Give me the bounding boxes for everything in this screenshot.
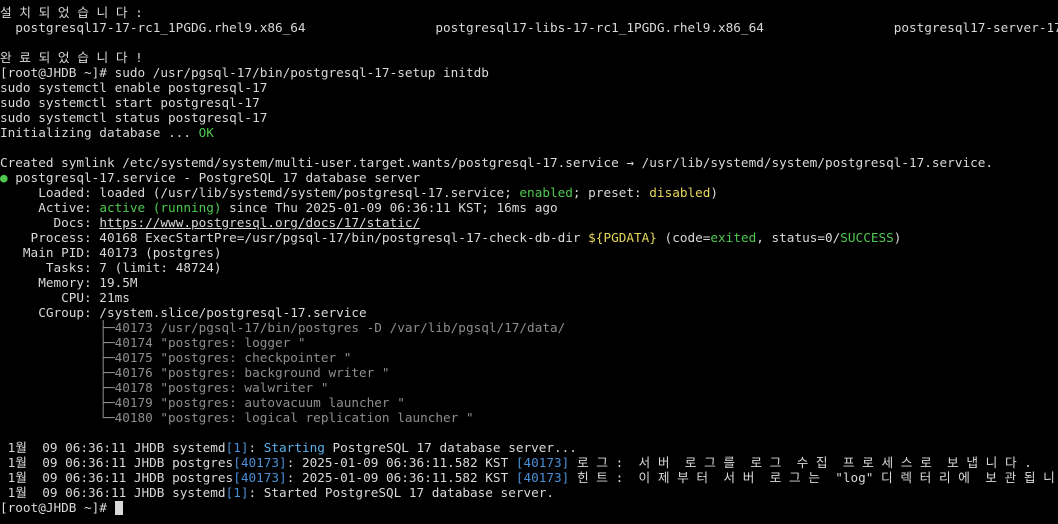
terminal-line: CPU: 21ms — [0, 290, 1058, 305]
terminal-line: ├─40175 "postgres: checkpointer " — [0, 350, 1058, 365]
terminal-line: Initializing database ... OK — [0, 125, 1058, 140]
terminal-text-segment: [1] — [225, 485, 249, 500]
terminal-line: ├─40173 /usr/pgsql-17/bin/postgres -D /v… — [0, 320, 1058, 335]
terminal-text-segment: sudo systemctl status postgresql-17 — [0, 110, 268, 125]
terminal-text-segment: : — [248, 440, 264, 455]
terminal-text-segment: Main PID: 40173 (postgres) — [0, 245, 222, 260]
terminal-text-segment: ├─40178 "postgres: walwriter " — [0, 380, 329, 395]
terminal-text-segment: CGroup: /system.slice/postgresql-17.serv… — [0, 305, 367, 320]
terminal-line: Active: active (running) since Thu 2025-… — [0, 200, 1058, 215]
terminal-text-segment: enabled — [519, 185, 573, 200]
terminal-line: Loaded: loaded (/usr/lib/systemd/system/… — [0, 185, 1058, 200]
docs-link[interactable]: https://www.postgresql.org/docs/17/stati… — [99, 215, 420, 230]
terminal-line: ├─40179 "postgres: autovacuum launcher " — [0, 395, 1058, 410]
terminal-text-segment: 1월 09 06:36:11 JHDB postgres — [0, 470, 234, 485]
terminal-text-segment: ├─40174 "postgres: logger " — [0, 335, 306, 350]
terminal-text-segment: SUCCESS — [840, 230, 894, 245]
terminal-line: ├─40174 "postgres: logger " — [0, 335, 1058, 350]
terminal-text-segment: Loaded: loaded (/usr/lib/systemd/system/… — [0, 185, 520, 200]
terminal-line: sudo systemctl start postgresql-17 — [0, 95, 1058, 110]
terminal-text-segment: CPU: 21ms — [0, 290, 130, 305]
terminal-text-segment: [40173] — [233, 470, 287, 485]
terminal-line: CGroup: /system.slice/postgresql-17.serv… — [0, 305, 1058, 320]
terminal-window[interactable]: 설 치 되 었 습 니 다 : postgresql17-17-rc1_1PGD… — [0, 0, 1058, 524]
terminal-text-segment: Process: 40168 ExecStartPre=/usr/pgsql-1… — [0, 230, 589, 245]
terminal-text-segment: 설 치 되 었 습 니 다 : — [0, 5, 143, 20]
terminal-line: postgresql17-17-rc1_1PGDG.rhel9.x86_64 p… — [0, 20, 1058, 35]
terminal-text-segment: OK — [198, 125, 214, 140]
terminal-text-segment: postgresql-17.service - PostgreSQL 17 da… — [7, 170, 421, 185]
terminal-line: Memory: 19.5M — [0, 275, 1058, 290]
terminal-text-segment: Tasks: 7 (limit: 48724) — [0, 260, 222, 275]
terminal-text-segment: ${PGDATA} — [588, 230, 657, 245]
terminal-text-segment: since Thu 2025-01-09 06:36:11 KST; 16ms … — [221, 200, 558, 215]
terminal-text-segment: ● — [0, 170, 8, 185]
terminal-text-segment: (code= — [656, 230, 711, 245]
terminal-text-segment: ; preset: — [572, 185, 650, 200]
terminal-text-segment: [40173] — [515, 455, 570, 470]
terminal-text-segment: : 2025-01-09 06:36:11.582 KST — [286, 455, 516, 470]
terminal-line: ├─40176 "postgres: background writer " — [0, 365, 1058, 380]
terminal-text-segment: Initializing database ... — [0, 125, 199, 140]
terminal-text-segment: [40173] — [515, 470, 570, 485]
terminal-text-segment: 로 그 : 서 버 로 그 를 로 그 수 집 프 로 세 스 로 보 냅 니 … — [569, 455, 1032, 470]
terminal-text-segment: : Started PostgreSQL 17 database server. — [248, 485, 555, 500]
terminal-line: [root@JHDB ~]# — [0, 500, 1058, 515]
terminal-text-segment: 힌 트 : 이 제 부 터 서 버 로 그 는 "log" 디 렉 터 리 에 … — [569, 470, 1058, 485]
terminal-line: 1월 09 06:36:11 JHDB postgres[40173]: 202… — [0, 455, 1058, 470]
terminal-line: 1월 09 06:36:11 JHDB postgres[40173]: 202… — [0, 470, 1058, 485]
terminal-text-segment: [40173] — [233, 455, 287, 470]
terminal-text-segment: ├─40175 "postgres: checkpointer " — [0, 350, 352, 365]
terminal-line: Main PID: 40173 (postgres) — [0, 245, 1058, 260]
terminal-cursor — [114, 501, 123, 515]
terminal-text-segment: disabled — [649, 185, 711, 200]
terminal-line: ● postgresql-17.service - PostgreSQL 17 … — [0, 170, 1058, 185]
terminal-text-segment: postgresql17-17-rc1_1PGDG.rhel9.x86_64 p… — [15, 20, 1058, 35]
terminal-line: 설 치 되 었 습 니 다 : — [0, 5, 1058, 20]
terminal-text-segment: [root@JHDB ~]# sudo /usr/pgsql-17/bin/po… — [0, 65, 489, 80]
terminal-text-segment: 1월 09 06:36:11 JHDB systemd — [0, 440, 226, 455]
terminal-text-segment: Starting — [263, 440, 325, 455]
terminal-text-segment: : 2025-01-09 06:36:11.582 KST — [286, 470, 516, 485]
terminal-line: 완 료 되 었 습 니 다 ! — [0, 50, 1058, 65]
terminal-text-segment: [root@JHDB ~]# — [0, 500, 115, 515]
terminal-text-segment: ├─40176 "postgres: background writer " — [0, 365, 390, 380]
terminal-text-segment: Docs: — [0, 215, 100, 230]
terminal-text-segment: ├─40179 "postgres: autovacuum launcher " — [0, 395, 405, 410]
terminal-text-segment: Created symlink /etc/systemd/system/mult… — [0, 155, 994, 170]
terminal-line: sudo systemctl status postgresql-17 — [0, 110, 1058, 125]
terminal-text-segment: sudo systemctl start postgresql-17 — [0, 95, 260, 110]
terminal-text-segment: 1월 09 06:36:11 JHDB systemd — [0, 485, 226, 500]
terminal-text-segment: sudo systemctl enable postgresql-17 — [0, 80, 268, 95]
terminal-text-segment: [1] — [225, 440, 249, 455]
terminal-line: Docs: https://www.postgresql.org/docs/17… — [0, 215, 1058, 230]
terminal-line: Created symlink /etc/systemd/system/mult… — [0, 155, 1058, 170]
terminal-line: [root@JHDB ~]# sudo /usr/pgsql-17/bin/po… — [0, 65, 1058, 80]
terminal-line: sudo systemctl enable postgresql-17 — [0, 80, 1058, 95]
terminal-line: Process: 40168 ExecStartPre=/usr/pgsql-1… — [0, 230, 1058, 245]
terminal-text-segment: exited — [710, 230, 757, 245]
terminal-line: 1월 09 06:36:11 JHDB systemd[1]: Starting… — [0, 440, 1058, 455]
terminal-text-segment: Active: — [0, 200, 100, 215]
terminal-text-segment: 1월 09 06:36:11 JHDB postgres — [0, 455, 234, 470]
terminal-text-segment: Memory: 19.5M — [0, 275, 138, 290]
terminal-text-segment: └─40180 "postgres: logical replication l… — [0, 410, 474, 425]
terminal-text-segment: ) — [710, 185, 719, 200]
terminal-text-segment: PostgreSQL 17 database server... — [324, 440, 577, 455]
terminal-text-segment: ) — [893, 230, 902, 245]
terminal-text-segment: ├─40173 /usr/pgsql-17/bin/postgres -D /v… — [0, 320, 566, 335]
terminal-line: 1월 09 06:36:11 JHDB systemd[1]: Started … — [0, 485, 1058, 500]
terminal-line: Tasks: 7 (limit: 48724) — [0, 260, 1058, 275]
terminal-text-segment: , status=0/ — [756, 230, 841, 245]
terminal-text-segment: 완 료 되 었 습 니 다 ! — [0, 50, 143, 65]
terminal-text-segment: active (running) — [99, 200, 222, 215]
terminal-line: ├─40178 "postgres: walwriter " — [0, 380, 1058, 395]
terminal-line: └─40180 "postgres: logical replication l… — [0, 410, 1058, 425]
